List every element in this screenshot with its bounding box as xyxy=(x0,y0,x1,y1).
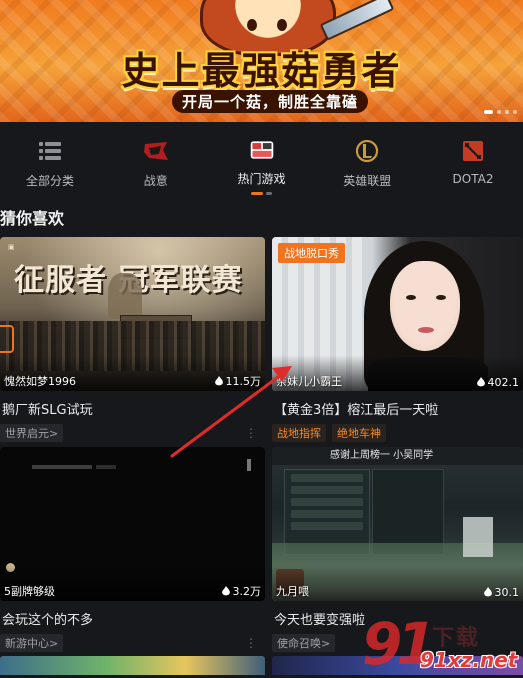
category-dota2[interactable]: DOTA2 xyxy=(425,122,521,194)
viewer-count: 11.5万 xyxy=(214,373,262,389)
thumbnail-art xyxy=(463,517,493,557)
stream-tags: 战地指挥 绝地车神 xyxy=(272,424,523,442)
thumbnail-art xyxy=(390,261,460,351)
stream-title: 鹅厂新SLG试玩 xyxy=(2,403,93,418)
stream-thumbnail[interactable]: 战地脱口秀 亲妹儿小霸王 402.1 xyxy=(272,237,523,391)
stream-tags: 世界启元> ⋮ xyxy=(0,424,265,442)
promo-banner[interactable]: 史上最强菇勇者 开局一个菇，制胜全靠磕 xyxy=(0,0,523,122)
thumbnail-art xyxy=(96,465,116,469)
game-tag[interactable]: 使命召唤> xyxy=(272,634,336,652)
flame-icon xyxy=(483,587,492,597)
more-options-icon[interactable]: ⋮ xyxy=(245,426,265,440)
viewer-count: 3.2万 xyxy=(221,583,262,599)
category-zhanyi[interactable]: 战意 xyxy=(108,122,204,194)
stream-card[interactable]: 战地脱口秀 亲妹儿小霸王 402.1 【黄金3倍】榕江最后一天啦 战地指挥 绝地… xyxy=(272,237,523,442)
banner-subtitle: 开局一个菇，制胜全靠磕 xyxy=(172,90,369,113)
viewer-count: 30.1 xyxy=(483,586,520,599)
thumbnail-art xyxy=(32,465,92,469)
game-tag[interactable]: 新游中心> xyxy=(0,634,64,652)
stream-thumbnail[interactable]: 感谢上周榜一 小吴同学 九月喂 30.1 xyxy=(272,447,523,601)
stream-thumbnail[interactable]: ▣ 征服者 冠军联赛 愧然如梦1996 11.5万 xyxy=(0,237,265,391)
hot-games-icon xyxy=(249,138,275,162)
stream-thumbnail[interactable]: 5副牌够级 3.2万 xyxy=(0,447,265,601)
floating-badge xyxy=(0,325,14,353)
flame-icon xyxy=(476,377,485,387)
streamer-name: 九月喂 xyxy=(276,585,309,598)
category-nav: 全部分类 战意 热门游戏 英雄联盟 DOTA2 xyxy=(0,122,523,195)
dota2-icon xyxy=(460,138,486,164)
grid-list-icon xyxy=(37,138,63,164)
game-tag[interactable]: 世界启元> xyxy=(0,424,64,442)
category-label: 战意 xyxy=(143,174,168,188)
thumbnail-banner-text: 感谢上周榜一 小吴同学 xyxy=(272,447,523,465)
category-label: 英雄联盟 xyxy=(343,174,392,188)
thumbnail-art xyxy=(108,273,142,319)
flame-icon xyxy=(221,585,230,595)
stream-card[interactable]: ▣ 征服者 冠军联赛 愧然如梦1996 11.5万 鹅厂新SLG试玩 世界启元>… xyxy=(0,237,265,442)
viewer-count-value: 30.1 xyxy=(494,586,520,599)
streamer-name: 亲妹儿小霸王 xyxy=(276,375,342,388)
viewer-count-value: 11.5万 xyxy=(225,375,262,388)
stream-tags: 新游中心> ⋮ xyxy=(0,634,265,652)
banner-title: 史上最强菇勇者 xyxy=(121,49,402,93)
section-title: 猜你喜欢 xyxy=(0,209,65,228)
zhanyi-game-icon xyxy=(143,138,169,164)
stream-card-partial[interactable] xyxy=(0,656,265,675)
stream-card[interactable]: 5副牌够级 3.2万 会玩这个的不多 新游中心> ⋮ xyxy=(0,447,265,652)
stream-title: 【黄金3倍】榕江最后一天啦 xyxy=(274,403,439,418)
viewer-count-value: 402.1 xyxy=(487,376,520,389)
thumbnail-art xyxy=(418,327,434,333)
watermark-text: 91xz.net xyxy=(420,648,518,672)
thumbnail-art xyxy=(406,295,416,300)
flame-icon xyxy=(214,375,223,385)
category-hot-games[interactable]: 热门游戏 xyxy=(214,122,310,195)
thumbnail-art xyxy=(247,459,251,471)
stream-title: 会玩这个的不多 xyxy=(2,613,94,628)
viewer-count-value: 3.2万 xyxy=(232,585,262,598)
banner-dot xyxy=(505,110,509,114)
league-of-legends-icon xyxy=(354,138,380,164)
banner-dot-active xyxy=(484,110,493,114)
stream-tag[interactable]: 绝地车神 xyxy=(332,424,386,442)
category-all[interactable]: 全部分类 xyxy=(2,122,98,194)
category-badge: 战地脱口秀 xyxy=(278,243,345,263)
active-tab-indicator xyxy=(251,192,272,195)
banner-dot xyxy=(497,110,501,114)
streamer-name: 愧然如梦1996 xyxy=(4,375,76,388)
banner-pagination xyxy=(484,110,517,114)
viewer-count: 402.1 xyxy=(476,376,520,389)
category-label: 热门游戏 xyxy=(237,172,286,186)
thumbnail-art xyxy=(436,295,446,300)
stream-tag[interactable]: 战地指挥 xyxy=(272,424,326,442)
category-label: DOTA2 xyxy=(452,172,494,186)
game-logo: ▣ xyxy=(8,243,15,251)
category-lol[interactable]: 英雄联盟 xyxy=(319,122,415,194)
category-label: 全部分类 xyxy=(25,174,74,188)
banner-dot xyxy=(513,110,517,114)
streamer-name: 5副牌够级 xyxy=(4,585,55,598)
more-options-icon[interactable]: ⋮ xyxy=(245,636,265,650)
